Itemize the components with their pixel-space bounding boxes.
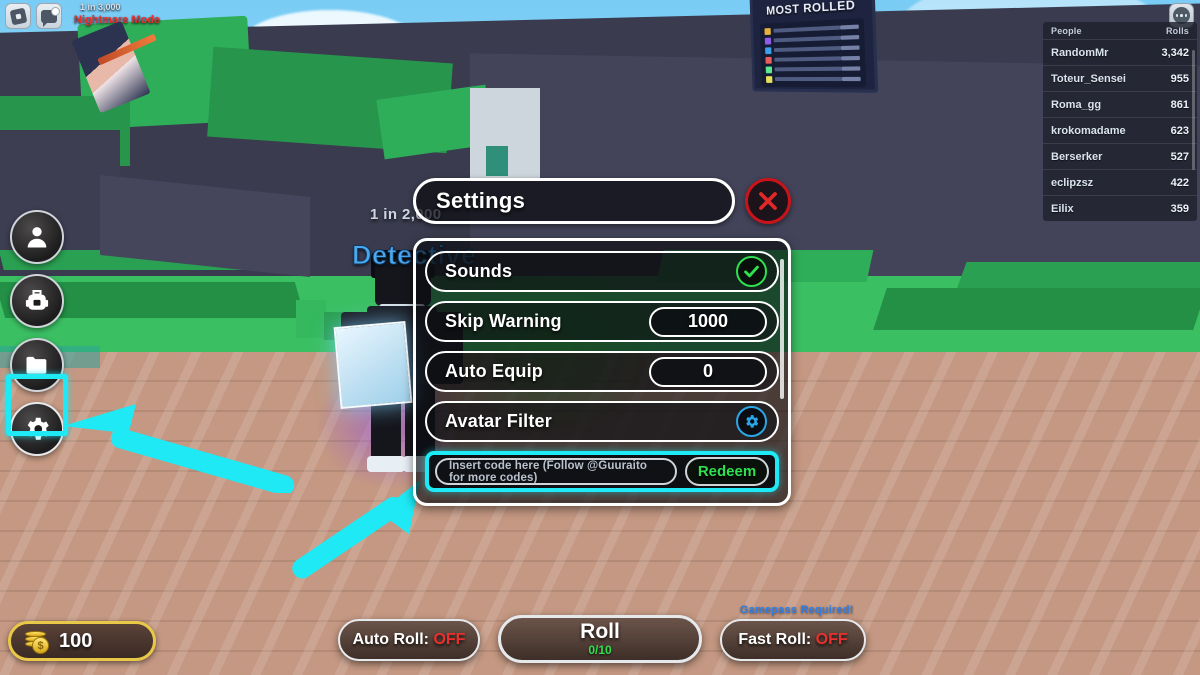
most-rolled-billboard: MOST ROLLED — [749, 0, 879, 93]
floating-item-rate: 1 in 3,000 — [80, 2, 121, 12]
settings-title-row: Settings — [413, 178, 791, 224]
fast-roll-button[interactable]: Fast Roll: OFF — [720, 619, 866, 661]
billboard-title: MOST ROLLED — [765, 0, 856, 18]
leaderboard-row[interactable]: Toteur_Sensei 955 — [1043, 65, 1197, 91]
setting-row-skip-warning[interactable]: Skip Warning 1000 — [425, 301, 779, 342]
player-rolls: 527 — [1170, 150, 1189, 163]
code-redeem-bar: Insert code here (Follow @Guuraito for m… — [425, 451, 779, 492]
setting-row-sounds[interactable]: Sounds — [425, 251, 779, 292]
player-rolls: 3,342 — [1161, 46, 1189, 59]
code-input[interactable]: Insert code here (Follow @Guuraito for m… — [435, 458, 677, 485]
distant-door — [486, 146, 508, 176]
auto-roll-label: Auto Roll: OFF — [353, 631, 466, 649]
player-name: krokomadame — [1051, 124, 1126, 137]
close-button[interactable] — [745, 178, 791, 224]
roll-count: 0/10 — [588, 643, 612, 658]
close-x-icon — [759, 192, 777, 210]
gamepass-required-note: Gamepass Required! — [740, 604, 854, 616]
leaderboard-col-people: People — [1051, 26, 1082, 36]
sidebar-item-inventory[interactable] — [10, 274, 64, 328]
leaderboard-panel: People Rolls RandomMr 3,342 Toteur_Sense… — [1043, 22, 1197, 221]
setting-label: Auto Equip — [445, 361, 543, 381]
coin-amount: 100 — [59, 629, 93, 652]
coin-stack-icon: $ — [25, 629, 49, 654]
person-icon — [27, 227, 47, 248]
player-rolls: 955 — [1170, 72, 1189, 85]
redeem-label: Redeem — [697, 463, 757, 480]
leaderboard-row[interactable]: Roma_gg 861 — [1043, 91, 1197, 117]
auto-equip-input[interactable]: 0 — [649, 356, 767, 387]
leaderboard-row[interactable]: Eilix 359 — [1043, 195, 1197, 221]
skip-warning-input[interactable]: 1000 — [649, 306, 767, 337]
setting-label: Avatar Filter — [445, 411, 552, 431]
leaderboard-scrollbar[interactable] — [1192, 50, 1195, 170]
gear-icon — [746, 415, 759, 428]
chat-icon — [41, 6, 60, 27]
setting-label: Sounds — [445, 261, 513, 281]
setting-value: 0 — [702, 361, 713, 381]
roblox-logo-icon — [9, 7, 27, 25]
leaderboard-col-rolls: Rolls — [1165, 26, 1189, 36]
coin-balance: $ 100 — [8, 621, 156, 661]
player-name: eclipzsz — [1051, 176, 1094, 189]
player-name: Eilix — [1051, 202, 1074, 215]
sounds-toggle[interactable] — [736, 256, 767, 287]
roblox-menu-button[interactable] — [5, 3, 31, 29]
player-rolls: 623 — [1170, 124, 1189, 137]
player-name: RandomMr — [1051, 46, 1109, 59]
player-rolls: 861 — [1170, 98, 1189, 111]
fast-roll-label: Fast Roll: OFF — [738, 631, 847, 649]
leaderboard-row[interactable]: eclipzsz 422 — [1043, 169, 1197, 195]
player-name: Berserker — [1051, 150, 1103, 163]
fast-roll-text: Fast Roll: — [738, 631, 816, 648]
backpack-icon — [25, 290, 49, 310]
floating-item-display: 1 in 3,000 Nightmare Mode — [70, 2, 165, 114]
auto-roll-text: Auto Roll: — [352, 631, 434, 648]
leaderboard-header: People Rolls — [1043, 22, 1197, 39]
settings-title: Settings — [436, 188, 526, 213]
leaderboard-row[interactable]: RandomMr 3,342 — [1043, 39, 1197, 65]
sidebar-item-avatar[interactable] — [10, 210, 64, 264]
green-platform — [873, 288, 1200, 330]
setting-row-auto-equip[interactable]: Auto Equip 0 — [425, 351, 779, 392]
roll-button[interactable]: Roll 0/10 — [498, 615, 702, 663]
leaderboard-row[interactable]: Berserker 527 — [1043, 143, 1197, 169]
settings-scrollbar[interactable] — [780, 259, 784, 399]
player-rolls: 359 — [1170, 202, 1189, 215]
player-name: Toteur_Sensei — [1051, 72, 1126, 85]
settings-title-bar: Settings — [413, 178, 735, 224]
redeem-button[interactable]: Redeem — [685, 457, 769, 486]
settings-modal: Settings Sounds Skip Warning 1000 Auto E… — [413, 178, 791, 506]
code-placeholder: Insert code here (Follow @Guuraito for m… — [449, 459, 647, 484]
auto-roll-button[interactable]: Auto Roll: OFF — [338, 619, 480, 661]
setting-row-avatar-filter[interactable]: Avatar Filter — [425, 401, 779, 442]
green-block — [296, 300, 326, 338]
roll-label: Roll — [580, 619, 620, 643]
settings-body: Sounds Skip Warning 1000 Auto Equip 0 Av… — [413, 238, 791, 506]
check-icon — [744, 265, 759, 278]
avatar-filter-button[interactable] — [736, 406, 767, 437]
chat-button[interactable] — [36, 3, 62, 29]
setting-label: Skip Warning — [445, 311, 562, 331]
settings-highlight-box — [6, 374, 68, 436]
setting-value: 1000 — [687, 311, 729, 331]
game-screen: MOST ROLLED 1 in 2,000 1 in 3,000 Nightm… — [0, 0, 1200, 675]
fast-roll-state: OFF — [815, 631, 848, 648]
player-rolls: 422 — [1170, 176, 1189, 189]
leaderboard-row[interactable]: krokomadame 623 — [1043, 117, 1197, 143]
player-name: Roma_gg — [1051, 98, 1102, 111]
auto-roll-state: OFF — [433, 631, 466, 648]
billboard-list — [759, 17, 867, 88]
